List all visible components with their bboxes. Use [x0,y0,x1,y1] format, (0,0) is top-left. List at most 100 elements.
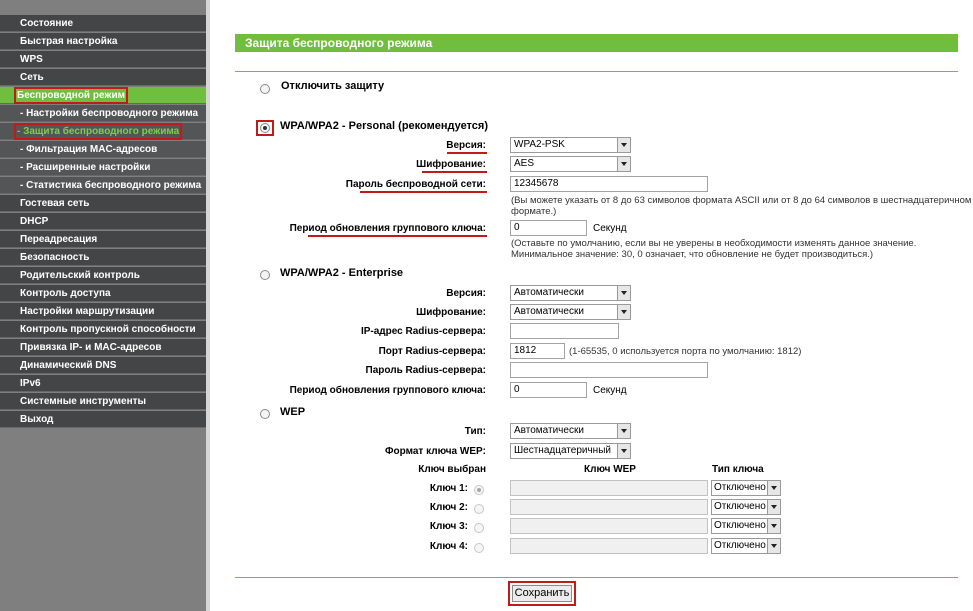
wep-key-input[interactable] [510,538,708,554]
sidebar-item-dhcp[interactable]: DHCP [0,213,206,230]
sidebar-item-routing[interactable]: Настройки маршрутизации [0,303,206,320]
sidebar-item-security[interactable]: Безопасность [0,249,206,266]
sidebar-item-advanced[interactable]: - Расширенные настройки [0,159,206,176]
wep-format-select[interactable]: Шестнадцатеричный [510,443,631,459]
wep-key-type-select[interactable]: Отключено [711,518,781,534]
highlight-underline [308,235,487,237]
sidebar: Состояние Быстрая настройка WPS Сеть Бес… [0,0,206,611]
wpa-personal-radio[interactable] [260,123,270,133]
wep-key-radio[interactable] [474,485,484,495]
wep-key-type-select[interactable]: Отключено [711,538,781,554]
wep-key-radio[interactable] [474,504,484,514]
save-button[interactable]: Сохранить [512,585,572,602]
disable-security-radio[interactable] [260,84,270,94]
sidebar-item-parental-control[interactable]: Родительский контроль [0,267,206,284]
radius-ip-input[interactable] [510,323,619,339]
sidebar-item-bandwidth[interactable]: Контроль пропускной способности [0,321,206,338]
sidebar-item-wireless-stats[interactable]: - Статистика беспроводного режима [0,177,206,194]
sidebar-item-label: Гостевая сеть [20,198,90,209]
radius-port-help: (1-65535, 0 используется порта по умолча… [569,346,802,357]
sidebar-item-logout[interactable]: Выход [0,411,206,428]
version-label: Версия: [446,140,486,151]
sidebar-item-label: Беспроводной режим [13,87,129,104]
radius-password-input[interactable] [510,362,708,378]
radius-port-label: Порт Radius-сервера: [378,346,486,357]
sidebar-item-status[interactable]: Состояние [0,15,206,32]
group-key-period-input[interactable]: 0 [510,220,587,236]
sidebar-item-guest-network[interactable]: Гостевая сеть [0,195,206,212]
sidebar-item-wireless-security[interactable]: - Защита беспроводного режима [0,123,206,140]
radius-ip-label: IP-адрес Radius-сервера: [360,326,486,337]
sidebar-item-label: - Статистика беспроводного режима [20,180,202,191]
page-title: Защита беспроводного режима [235,34,958,52]
encryption-select[interactable]: AES [510,156,631,172]
sidebar-item-ipv6[interactable]: IPv6 [0,375,206,392]
version-select[interactable]: WPA2-PSK [510,137,631,153]
radius-password-label: Пароль Radius-сервера: [365,365,486,376]
enterprise-version-label: Версия: [446,288,486,299]
wep-key-label: Ключ 1: [429,483,468,494]
wep-key-input[interactable] [510,499,708,515]
radius-port-input[interactable]: 1812 [510,343,565,359]
wpa-personal-label: WPA/WPA2 - Personal (рекомендуется) [280,120,489,132]
enterprise-version-value: Автоматически [514,287,584,298]
wep-key-type-select[interactable]: Отключено [711,480,781,496]
password-input[interactable]: 12345678 [510,176,708,192]
sidebar-item-forwarding[interactable]: Переадресация [0,231,206,248]
sidebar-item-label: WPS [20,54,43,65]
sidebar-item-label: - Настройки беспроводного режима [20,108,199,119]
wpa-enterprise-radio[interactable] [260,270,270,280]
sidebar-item-network[interactable]: Сеть [0,69,206,86]
sidebar-item-quick-setup[interactable]: Быстрая настройка [0,33,206,50]
enterprise-period-label: Период обновления группового ключа: [289,385,486,396]
sidebar-item-wireless[interactable]: Беспроводной режим [0,87,206,104]
chevron-down-icon [617,157,630,171]
wep-key-type-value: Отключено [714,501,766,512]
chevron-down-icon [767,481,780,495]
wep-key-type-value: Отключено [714,520,766,531]
sidebar-item-access-control[interactable]: Контроль доступа [0,285,206,302]
wep-radio[interactable] [260,409,270,419]
enterprise-encryption-select[interactable]: Автоматически [510,304,631,320]
enterprise-period-input[interactable]: 0 [510,382,587,398]
chevron-down-icon [767,519,780,533]
wep-key-radio[interactable] [474,523,484,533]
sidebar-item-label: Выход [20,414,54,425]
wpa-enterprise-label: WPA/WPA2 - Enterprise [280,267,404,279]
wep-key-input[interactable] [510,518,708,534]
sidebar-item-label: IPv6 [20,378,41,389]
sidebar-item-label: Сеть [20,72,44,83]
enterprise-version-select[interactable]: Автоматически [510,285,631,301]
sidebar-divider [206,0,210,611]
highlight-underline [422,171,487,173]
sidebar-item-label: Системные инструменты [20,396,147,407]
password-help: (Вы можете указать от 8 до 63 символов ф… [511,195,972,206]
wep-col-key: Ключ WEP [584,464,636,475]
sidebar-item-label: Динамический DNS [20,360,117,371]
enterprise-period-unit: Секунд [593,385,627,396]
sidebar-item-mac-filter[interactable]: - Фильтрация MAC-адресов [0,141,206,158]
wep-key-radio[interactable] [474,543,484,553]
sidebar-item-label: Контроль доступа [20,288,111,299]
wep-key-input[interactable] [510,480,708,496]
wep-type-select[interactable]: Автоматически [510,423,631,439]
wep-format-label: Формат ключа WEP: [384,446,486,457]
encryption-value: AES [514,158,535,169]
wep-col-type: Тип ключа [712,464,764,475]
sidebar-item-label: Безопасность [20,252,90,263]
sidebar-item-label: Родительский контроль [20,270,140,281]
sidebar-item-wireless-settings[interactable]: - Настройки беспроводного режима [0,105,206,122]
sidebar-item-ddns[interactable]: Динамический DNS [0,357,206,374]
wep-key-label: Ключ 4: [429,541,468,552]
wep-key-type-select[interactable]: Отключено [711,499,781,515]
chevron-down-icon [617,444,630,458]
sidebar-item-label: Привязка IP- и MAC-адресов [20,342,162,353]
sidebar-item-label: DHCP [20,216,49,227]
wep-format-value: Шестнадцатеричный [514,445,611,456]
sidebar-item-system-tools[interactable]: Системные инструменты [0,393,206,410]
sidebar-item-label: Контроль пропускной способности [20,324,196,335]
sidebar-item-ip-mac-binding[interactable]: Привязка IP- и MAC-адресов [0,339,206,356]
chevron-down-icon [767,539,780,553]
sidebar-item-wps[interactable]: WPS [0,51,206,68]
wep-col-selected: Ключ выбран [418,464,486,475]
